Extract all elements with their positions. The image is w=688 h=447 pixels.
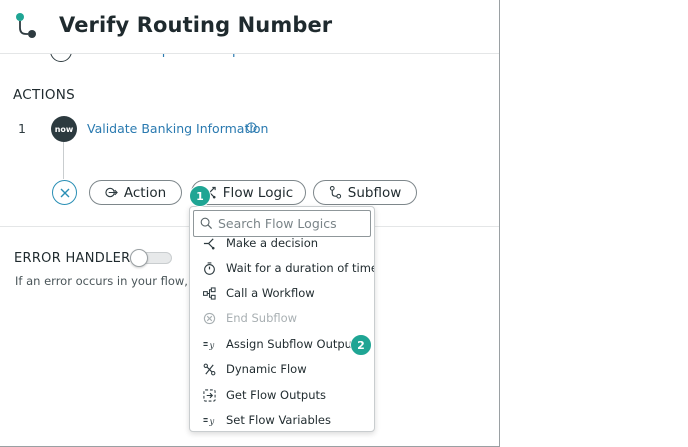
menu-item-label: Assign Subflow Outputs — [226, 337, 363, 351]
step-connector — [63, 142, 64, 179]
menu-item-set-flow-variables[interactable]: y Set Flow Variables — [190, 408, 374, 431]
get-outputs-icon — [203, 389, 216, 402]
dynamic-flow-icon — [203, 363, 216, 376]
page-title: Verify Routing Number — [59, 13, 333, 37]
callout-marker-1: 1 — [189, 185, 211, 207]
menu-item-label: Call a Workflow — [226, 286, 315, 300]
action-icon — [105, 187, 118, 198]
menu-item-get-flow-outputs[interactable]: Get Flow Outputs — [190, 383, 374, 408]
svg-text:y: y — [208, 416, 214, 426]
menu-item-label: Make a decision — [226, 238, 319, 250]
menu-item-label: Set Flow Variables — [226, 413, 331, 427]
menu-item-wait-duration[interactable]: Wait for a duration of time — [190, 256, 375, 281]
menu-item-make-decision[interactable]: Make a decision — [190, 238, 374, 256]
error-handler-description: If an error occurs in your flow, the — [15, 274, 211, 288]
subflow-icon — [16, 13, 36, 38]
branch-icon — [203, 238, 215, 250]
menu-item-call-workflow[interactable]: Call a Workflow — [190, 281, 374, 306]
menu-item-label: End Subflow — [226, 311, 298, 325]
flow-logic-dropdown: Make a decision Wait for a duration of t… — [189, 206, 375, 432]
svg-text:?: ? — [250, 124, 254, 132]
workflow-icon — [203, 287, 216, 300]
error-handler-toggle[interactable] — [130, 249, 172, 267]
subflow-button-label: Subflow — [347, 184, 402, 201]
close-add-menu-button[interactable] — [52, 180, 77, 205]
error-handler-label: ERROR HANDLER — [14, 251, 131, 266]
subflow-small-icon — [329, 186, 341, 199]
actions-section-label: ACTIONS — [13, 87, 76, 103]
action-button-label: Action — [123, 184, 167, 201]
menu-item-label: Wait for a duration of time — [226, 261, 375, 275]
flow-logic-search — [193, 210, 371, 237]
flow-logic-list: Make a decision Wait for a duration of t… — [190, 238, 375, 431]
menu-item-assign-subflow-outputs[interactable]: y Assign Subflow Outputs — [190, 332, 374, 357]
toggle-knob — [130, 249, 148, 267]
assign-icon: y — [203, 416, 214, 426]
end-circle-icon — [203, 312, 216, 325]
step-number: 1 — [18, 121, 26, 136]
menu-item-label: Get Flow Outputs — [226, 388, 326, 402]
menu-item-end-subflow: End Subflow — [190, 306, 374, 331]
search-icon — [200, 217, 213, 230]
search-input[interactable] — [218, 214, 366, 233]
flow-designer-panel: Subflow Inputs & Outputs Verify Routing … — [0, 0, 500, 447]
add-subflow-button[interactable]: Subflow — [313, 180, 417, 205]
close-icon — [60, 188, 69, 197]
callout-marker-2: 2 — [350, 334, 372, 356]
timer-icon — [204, 262, 215, 275]
menu-item-label: Dynamic Flow — [226, 362, 307, 376]
add-action-button[interactable]: Action — [89, 180, 182, 205]
menu-item-dynamic-flow[interactable]: Dynamic Flow — [190, 357, 374, 382]
assign-icon: y — [203, 340, 214, 350]
flow-logic-button-label: Flow Logic — [222, 184, 294, 201]
header: Verify Routing Number — [0, 0, 499, 54]
step-validate-banking-link[interactable]: Validate Banking Information — [87, 121, 268, 136]
svg-text:y: y — [208, 340, 214, 350]
help-icon[interactable]: ? — [246, 122, 257, 133]
servicenow-badge: now — [51, 116, 77, 142]
